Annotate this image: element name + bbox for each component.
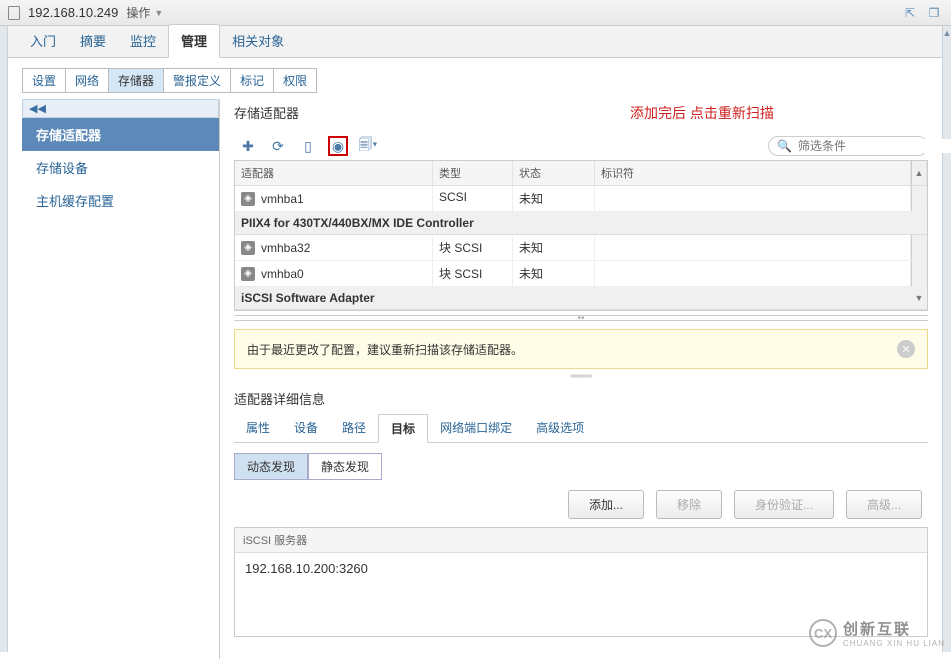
sidebar-item-host-cache[interactable]: 主机缓存配置 [22, 184, 219, 217]
titlebar: 192.168.10.249 操作 ▼ ⇱ ❐ [0, 0, 951, 26]
grid-scroll-up[interactable]: ▲ [911, 161, 927, 185]
main-pane: 存储适配器 添加完后 点击重新扫描 ✚ ⟳ ▯ ◉ 🗐▾ 🔍 ▼ [220, 99, 928, 659]
toolbar: ✚ ⟳ ▯ ◉ 🗐▾ [234, 136, 378, 156]
watermark: CX 创新互联 CHUANG XIN HU LIAN [809, 618, 945, 648]
host-ip: 192.168.10.249 [28, 5, 118, 20]
auth-button[interactable]: 身份验证... [734, 490, 834, 519]
detail-tabs: 属性 设备 路径 目标 网络端口绑定 高级选项 [234, 414, 928, 443]
tab-getting-started[interactable]: 入门 [18, 25, 68, 57]
table-group-row[interactable]: PIIX4 for 430TX/440BX/MX IDE Controller [235, 212, 927, 235]
right-scrollbar[interactable]: ▲ [942, 26, 951, 652]
refresh-button[interactable]: ⟳ [268, 136, 288, 156]
dtab-paths[interactable]: 路径 [330, 414, 378, 442]
target-action-buttons: 添加... 移除 身份验证... 高级... [234, 490, 928, 519]
subtab-tags[interactable]: 标记 [230, 68, 274, 93]
tab-related[interactable]: 相关对象 [220, 25, 296, 57]
sidebar-item-adapters[interactable]: 存储适配器 [22, 118, 219, 151]
subtab-permissions[interactable]: 权限 [273, 68, 317, 93]
add-adapter-button[interactable]: ✚ [238, 136, 258, 156]
discover-static-button[interactable]: 静态发现 [308, 453, 382, 480]
horizontal-splitter[interactable]: •• [234, 315, 928, 321]
subtab-settings[interactable]: 设置 [22, 68, 66, 93]
alert-banner: 由于最近更改了配置，建议重新扫描该存储适配器。 ✕ [234, 329, 928, 369]
section-title: 存储适配器 [234, 103, 928, 122]
tab-monitor[interactable]: 监控 [118, 25, 168, 57]
remove-button[interactable]: 移除 [656, 490, 722, 519]
grid-header: 适配器 类型 状态 标识符 ▲ [235, 161, 927, 186]
sidebar-collapse-button[interactable]: ◀◀ [22, 99, 219, 118]
close-icon[interactable]: ✕ [897, 340, 915, 358]
sidebar-item-devices[interactable]: 存储设备 [22, 151, 219, 184]
host-icon [8, 6, 20, 20]
col-status[interactable]: 状态 [513, 161, 595, 185]
watermark-logo-icon: CX [809, 619, 837, 647]
advanced-button[interactable]: 高级... [846, 490, 922, 519]
adapter-grid: 适配器 类型 状态 标识符 ▲ ◈vmhba1 SCSI 未知 PIIX4 fo… [234, 160, 928, 311]
dtab-targets[interactable]: 目标 [378, 414, 428, 443]
server-list-header[interactable]: iSCSI 服务器 [235, 528, 927, 553]
table-group-row[interactable]: iSCSI Software Adapter▼ [235, 287, 927, 310]
subtab-storage[interactable]: 存储器 [108, 68, 164, 93]
details-title: 适配器详细信息 [234, 389, 928, 408]
horizontal-splitter-2[interactable]: ═══ [234, 373, 928, 379]
rescan-adapter-button[interactable]: ◉ [328, 136, 348, 156]
server-list-item[interactable]: 192.168.10.200:3260 [235, 553, 927, 584]
copy-button[interactable]: 🗐▾ [358, 136, 378, 156]
tab-summary[interactable]: 摘要 [68, 25, 118, 57]
table-row[interactable]: ◈vmhba0 块 SCSI 未知 [235, 261, 927, 287]
filter-input[interactable] [798, 139, 951, 153]
col-type[interactable]: 类型 [433, 161, 513, 185]
sidebar: ◀◀ 存储适配器 存储设备 主机缓存配置 [22, 99, 220, 659]
discover-tabs: 动态发现 静态发现 [234, 453, 928, 480]
table-row[interactable]: ◈vmhba1 SCSI 未知 [235, 186, 927, 212]
subtab-network[interactable]: 网络 [65, 68, 109, 93]
col-adapter[interactable]: 适配器 [235, 161, 433, 185]
adapter-icon: ◈ [241, 267, 255, 281]
adapter-icon: ◈ [241, 241, 255, 255]
actions-menu[interactable]: 操作 ▼ [126, 4, 163, 21]
dtab-properties[interactable]: 属性 [234, 414, 282, 442]
dtab-devices[interactable]: 设备 [282, 414, 330, 442]
window-action-2-icon[interactable]: ❐ [925, 5, 943, 21]
table-row[interactable]: ◈vmhba32 块 SCSI 未知 [235, 235, 927, 261]
add-button[interactable]: 添加... [568, 490, 644, 519]
discover-dynamic-button[interactable]: 动态发现 [234, 453, 308, 480]
search-icon: 🔍 [777, 139, 792, 153]
filter-box[interactable]: 🔍 ▼ [768, 136, 928, 156]
col-id[interactable]: 标识符 [595, 161, 911, 185]
sub-tabs: 设置 网络 存储器 警报定义 标记 权限 [22, 68, 928, 93]
caret-down-icon: ▼ [154, 8, 163, 18]
adapter-icon: ◈ [241, 192, 255, 206]
dtab-port-binding[interactable]: 网络端口绑定 [428, 414, 524, 442]
dtab-advanced[interactable]: 高级选项 [524, 414, 596, 442]
alert-text: 由于最近更改了配置，建议重新扫描该存储适配器。 [247, 341, 523, 358]
left-window-edge [0, 26, 8, 652]
annotation-text: 添加完后 点击重新扫描 [630, 103, 774, 123]
rescan-storage-button[interactable]: ▯ [298, 136, 318, 156]
window-action-1-icon[interactable]: ⇱ [901, 5, 919, 21]
tab-manage[interactable]: 管理 [168, 24, 220, 58]
subtab-alarms[interactable]: 警报定义 [163, 68, 231, 93]
main-tabs: 入门 摘要 监控 管理 相关对象 [8, 26, 942, 58]
